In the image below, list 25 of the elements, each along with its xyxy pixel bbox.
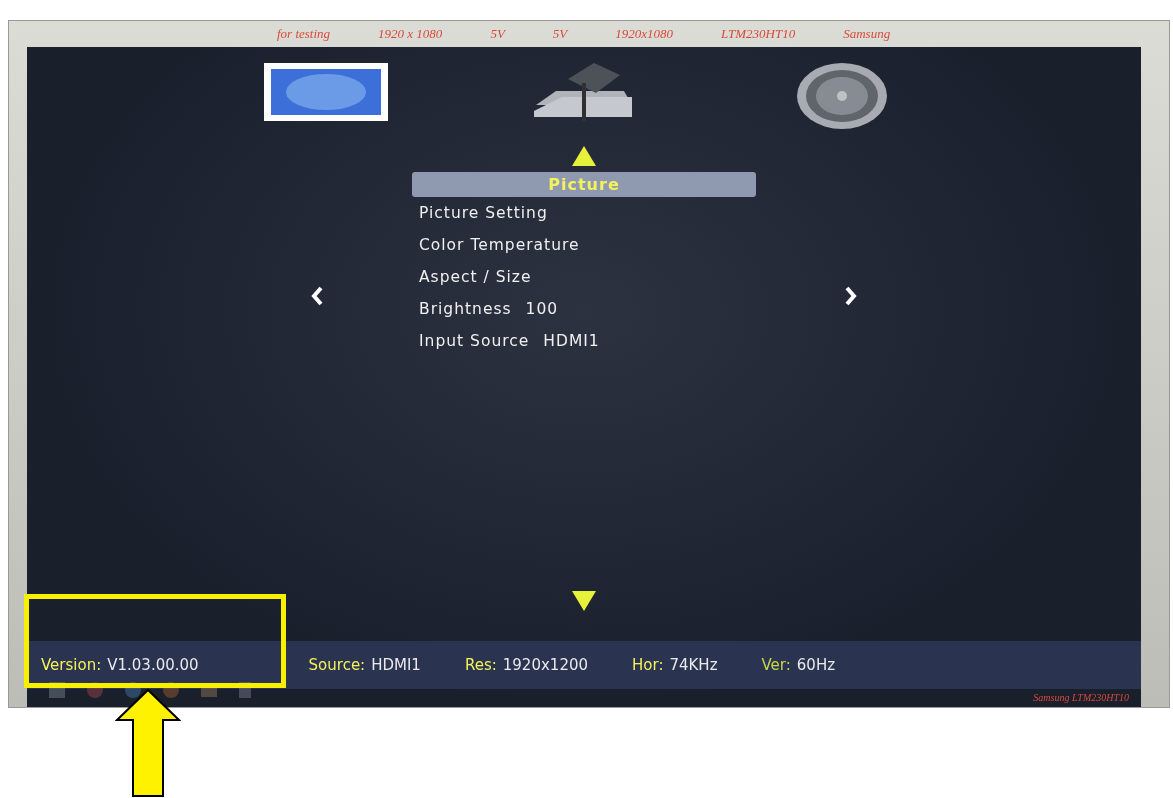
- handwritten-label: Samsung: [843, 26, 891, 42]
- menu-item[interactable]: Picture Setting: [419, 204, 548, 222]
- status-label: Ver:: [761, 656, 791, 674]
- status-label: Version:: [41, 656, 102, 674]
- menu-item-value: 100: [525, 300, 559, 318]
- status-label: Hor:: [632, 656, 664, 674]
- menu-item[interactable]: Aspect / Size: [419, 268, 532, 286]
- status-value: 1920x1200: [502, 656, 588, 674]
- status-value: HDMI1: [371, 656, 421, 674]
- handwritten-label: 1920x1080: [615, 26, 674, 42]
- status-label: Res:: [464, 656, 497, 674]
- handwritten-label: 1920 x 1080: [378, 26, 443, 42]
- status-label: Source:: [308, 656, 366, 674]
- handwritten-label: Samsung LTM230HT10: [1033, 692, 1129, 703]
- menu-item[interactable]: Color Temperature: [419, 236, 580, 254]
- status-value: V1.03.00.00: [107, 656, 199, 674]
- status-value: 60Hz: [796, 656, 836, 674]
- menu-item[interactable]: Input Source: [419, 332, 530, 350]
- menu-item[interactable]: Brightness: [419, 300, 512, 318]
- handwritten-label: 5V: [552, 26, 568, 42]
- handwritten-label: 5V: [490, 26, 505, 42]
- handwritten-label: LTM230HT10: [721, 26, 796, 42]
- handwritten-label: for testing: [277, 26, 331, 42]
- status-value: 74KHz: [669, 656, 718, 674]
- menu-item-value: HDMI1: [543, 332, 600, 350]
